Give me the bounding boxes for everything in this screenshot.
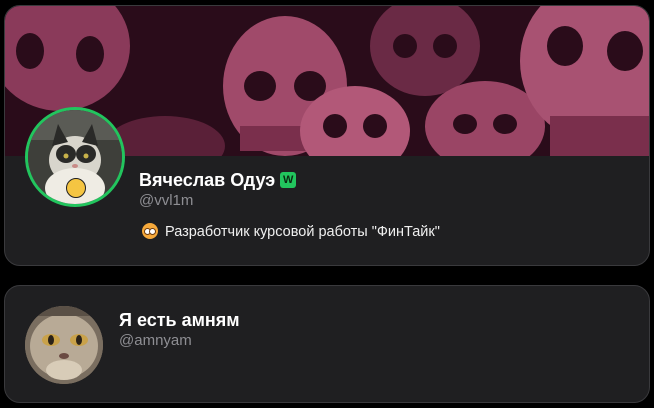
profile-handle: @vvl1m [139,192,194,209]
flushed-face-icon [142,222,158,239]
profile-bio: Разработчик курсовой работы "ФинТайк" [142,222,440,242]
profile-card[interactable]: Я есть амням @amnyam [4,285,650,403]
profile-bio-text: Разработчик курсовой работы "ФинТайк" [165,224,440,240]
profile-name-text: Вячеслав Одуэ [139,170,276,190]
cat-avatar-image [25,306,103,384]
profile-handle: @amnyam [119,332,192,349]
emoji-status-icon [66,178,86,198]
avatar[interactable] [25,306,103,384]
profile-name: Я есть амням [119,310,240,330]
profile-name: Вячеслав Одуэ W [139,169,297,191]
profile-card[interactable]: Вячеслав Одуэ W @vvl1m Разработчик курсов… [4,5,650,266]
verified-badge-icon: W [280,171,297,188]
